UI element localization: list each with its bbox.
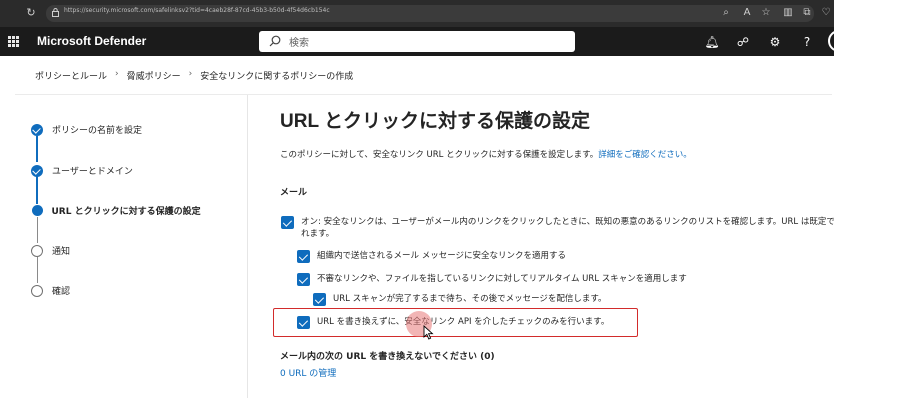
step-notification[interactable]: 通知 [31,244,70,257]
step-review[interactable]: 確認 [31,284,70,297]
step-label: 通知 [52,247,71,257]
chevron-right-icon: › [115,69,119,79]
page-description: このポリシーに対して、安全なリンク URL とクリックに対する保護を設定します。… [280,148,692,160]
address-bar[interactable]: https://security.microsoft.com/safelinks… [46,5,814,22]
empty-circle-icon [31,244,43,257]
manage-urls-link[interactable]: 0 URL の管理 [280,366,336,379]
favorite-star-icon[interactable]: ☆ [760,7,772,19]
learn-more-link[interactable]: 詳細をご確認ください。 [598,150,692,160]
step-connector [36,257,38,283]
step-connector [36,176,38,204]
search-input[interactable]: 検索 [259,31,575,52]
zoom-icon[interactable]: ⌕ [720,7,732,19]
breadcrumb: ポリシーとルール › 脅威ポリシー › 安全なリンクに関するポリシーの作成 [35,69,353,82]
option-internal-email: 組織内で送信されるメール メッセージに安全なリンクを適用する [297,250,566,263]
step-connector [36,136,38,162]
option-label: 組織内で送信されるメール メッセージに安全なリンクを適用する [317,251,567,261]
breadcrumb-item-policies[interactable]: ポリシーとルール [35,69,107,82]
option-label: URL スキャンが完了するまで待ち、その後でメッセージを配信します。 [333,294,607,304]
breadcrumb-item-threat-policies[interactable]: 脅威ポリシー [127,69,181,82]
notifications-bell-icon[interactable]: 🔔︎ [704,34,720,50]
step-url-click-protection[interactable]: URL とクリックに対する保護の設定 [31,204,201,217]
option-label: URL を書き換えずに、安全なリンク API を介したチェックのみを行います。 [317,317,610,327]
step-policy-name[interactable]: ポリシーの名前を設定 [31,123,142,136]
refresh-icon[interactable]: ↻ [24,6,38,20]
address-url: https://security.microsoft.com/safelinks… [64,7,330,14]
page-title: URL とクリックに対する保護の設定 [280,111,590,132]
chevron-right-icon: › [188,69,193,79]
app-launcher-icon[interactable] [8,36,19,47]
checkbox-internal-email[interactable] [297,250,310,263]
step-label: ポリシーの名前を設定 [52,126,143,136]
collections-icon[interactable]: ⧉ [801,7,813,19]
community-icon[interactable]: ☍ [735,34,751,50]
search-placeholder: 検索 [289,38,309,49]
checkbox-wait-scan[interactable] [313,293,326,306]
checkbox-on-safe-links[interactable] [281,216,294,229]
app-title[interactable]: Microsoft Defender [37,34,146,48]
step-users-domains[interactable]: ユーザーとドメイン [31,164,133,177]
step-connector [36,217,38,243]
mouse-cursor-icon [423,325,434,340]
split-screen-icon[interactable]: ▥ [782,7,794,19]
email-section-label: メール [280,188,308,198]
option-label: オン: 安全なリンクは、ユーザーがメール内のリンクをクリックしたときに、既知の悪… [301,217,878,239]
step-label: URL とクリックに対する保護の設定 [51,207,201,217]
empty-circle-icon [31,284,43,297]
option-on-safe-links: オン: 安全なリンクは、ユーザーがメール内のリンクをクリックしたときに、既知の悪… [281,216,877,240]
browser-toolbar: ↻ https://security.microsoft.com/safelin… [0,0,834,27]
step-label: ユーザーとドメイン [52,167,133,177]
description-text: このポリシーに対して、安全なリンク URL とクリックに対する保護を設定します。 [280,150,599,160]
app-header: Microsoft Defender 検索 🔔︎ ☍ ⚙ ? [0,27,850,56]
settings-gear-icon[interactable]: ⚙ [767,34,783,50]
option-label: 不審なリンクや、ファイルを指しているリンクに対してリアルタイム URL スキャン… [317,274,687,284]
breadcrumb-item-current: 安全なリンクに関するポリシーの作成 [200,72,354,82]
extensions-icon[interactable]: ♡ [820,7,832,19]
option-wait-scan: URL スキャンが完了するまで待ち、その後でメッセージを配信します。 [313,293,607,306]
checkmark-circle-icon [31,123,43,136]
search-icon [269,35,281,47]
lock-icon [52,8,59,17]
help-icon[interactable]: ? [799,34,815,50]
checkmark-circle-icon [31,164,43,177]
checkbox-no-rewrite-api-check[interactable] [297,316,310,329]
divider [15,94,832,95]
checkbox-realtime-scan[interactable] [297,273,310,286]
read-aloud-icon[interactable]: A [741,7,753,19]
option-realtime-scan: 不審なリンクや、ファイルを指しているリンクに対してリアルタイム URL スキャン… [297,273,687,286]
option-no-rewrite-api-check: URL を書き換えずに、安全なリンク API を介したチェックのみを行います。 [297,316,609,329]
no-rewrite-urls-title: メール内の次の URL を書き換えないでください (0) [280,352,495,362]
step-label: 確認 [52,287,71,297]
current-step-dot-icon [31,205,43,216]
divider [247,95,248,398]
page-margin [834,0,904,398]
